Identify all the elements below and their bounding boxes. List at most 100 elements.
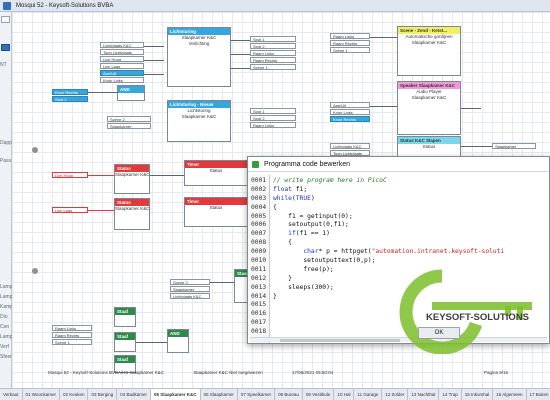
output-tag[interactable]: Raam Rechts — [250, 57, 296, 63]
tab-page[interactable]: 09 Vestibule — [303, 389, 335, 400]
tab-page[interactable]: 01 Woonkamer — [23, 389, 60, 400]
logic-block[interactable]: Scene - Zend - Ketst... Automatische gor… — [397, 26, 461, 76]
tab-page[interactable]: Verbaut — [0, 389, 23, 400]
output-tag[interactable]: Spot 2 — [250, 115, 296, 121]
code-line[interactable]: if(f1 == 1) — [273, 230, 547, 239]
code-line[interactable]: { — [273, 204, 547, 213]
page-tabs: Verbaut 01 Woonkamer 02 Keuken 03 Berging 04… — [0, 388, 550, 400]
input-tag[interactable]: Lichtplaats K&C — [170, 293, 210, 299]
logic-block[interactable]: Speaker Slaapkamer K&C Audio Player Slaa… — [397, 81, 461, 135]
output-tag[interactable]: Spot 2 — [250, 43, 296, 49]
input-tag[interactable]: Raam Links — [330, 33, 370, 39]
window-title: Mosqui 52 - Keysoft-Solutions BVBA — [16, 3, 114, 9]
input-tag[interactable]: Knop Rechts — [52, 89, 88, 95]
side-label: Lamp — [0, 294, 13, 300]
tab-page[interactable]: 06 Slaapkamer — [201, 389, 238, 400]
tab-page[interactable]: 11 Garage — [354, 389, 383, 400]
logic-block[interactable]: Timer Status — [184, 160, 248, 186]
window-titlebar: Mosqui 52 - Keysoft-Solutions BVBA — [0, 0, 550, 12]
input-tag[interactable]: Slaapkamer — [170, 286, 210, 292]
tab-page[interactable]: 15 Inkomhal — [462, 389, 494, 400]
code-line[interactable]: f1 = getinput(0); — [273, 213, 547, 222]
tab-page[interactable]: 16 Algemeen — [493, 389, 527, 400]
block-subtitle: Slaapkamer K&C — [115, 206, 149, 211]
wire — [136, 342, 167, 343]
tab-page[interactable]: 14 Trap — [439, 389, 462, 400]
input-tag[interactable]: Knop Rechts — [330, 116, 370, 122]
block-subtitle: Slaapkamer K&C — [411, 95, 447, 100]
input-tag[interactable]: Spot 1 — [52, 96, 88, 102]
side-label: Verf — [0, 344, 9, 350]
collapse-icon[interactable] — [32, 147, 38, 153]
scrollbar-thumb[interactable] — [280, 339, 400, 342]
input-tag[interactable]: Knop Links — [100, 77, 144, 83]
input-tag[interactable]: Lich Hoog — [52, 172, 88, 178]
logic-block[interactable]: Status Slaapkamer K&C — [114, 164, 150, 194]
wire — [461, 108, 481, 109]
tab-page[interactable]: 17 Buiten — [527, 389, 550, 400]
input-tag[interactable]: Aan/Uit — [100, 70, 144, 76]
tab-page[interactable]: 02 Keuken — [60, 389, 89, 400]
tab-page[interactable]: 07 Speelkamer — [238, 389, 276, 400]
input-tag[interactable]: Lichtplaats K&C — [100, 42, 144, 48]
tab-page[interactable]: 08 Bureau — [275, 389, 303, 400]
wire — [88, 210, 114, 211]
code-line[interactable]: // write program here in PicoC — [273, 177, 547, 186]
output-tag[interactable]: Scene 1 — [250, 64, 296, 70]
input-tag[interactable]: Scene 1 — [52, 339, 92, 345]
input-tag[interactable]: Lich Hoog — [100, 56, 144, 62]
input-tag[interactable]: Slaapkamer — [107, 123, 151, 129]
input-tag[interactable]: Scene 1 — [330, 47, 370, 53]
output-tag[interactable]: Spot 1 — [250, 36, 296, 42]
collapse-icon[interactable] — [32, 268, 38, 274]
panel-pin-icon[interactable] — [1, 16, 10, 23]
wire — [370, 106, 397, 107]
logic-block[interactable]: Lichtsturing Slaapkamer K&C Verlichting — [167, 27, 231, 87]
block-title: Staaf — [115, 333, 135, 340]
logic-block[interactable]: Timer Status — [184, 197, 248, 227]
tab-page[interactable]: 12 Zolder — [382, 389, 409, 400]
logic-block[interactable]: AND — [167, 329, 189, 353]
logic-block[interactable]: AND — [117, 85, 145, 101]
tab-page[interactable]: 04 Badkamer — [117, 389, 152, 400]
input-tag[interactable]: Raam Links — [52, 325, 92, 331]
input-tag[interactable]: Lich Laag — [52, 207, 88, 213]
wire — [370, 37, 397, 38]
wire — [231, 54, 250, 55]
tab-page[interactable]: 13 Nachthal — [408, 389, 440, 400]
code-line[interactable]: setoutput(0,f1); — [273, 221, 547, 230]
code-line[interactable]: while(TRUE) — [273, 195, 547, 204]
tab-page-active[interactable]: 05 Slaapkamer K&C — [151, 389, 201, 400]
tab-page[interactable]: 03 Berging — [88, 389, 118, 400]
code-line[interactable]: { — [273, 239, 547, 248]
input-tag[interactable]: Lich Laag — [100, 63, 144, 69]
logic-block[interactable]: Staaf — [114, 332, 136, 352]
input-tag[interactable]: Raam Rechts — [52, 332, 92, 338]
code-line[interactable]: float f1; — [273, 186, 547, 195]
block-title: Timer — [185, 161, 247, 168]
panel-active-icon[interactable] — [1, 44, 10, 51]
output-tag[interactable]: Raam Links — [250, 122, 296, 128]
input-tag[interactable]: Aan/Uit — [330, 102, 370, 108]
block-title: Staaf — [115, 356, 135, 363]
logic-block[interactable]: Status Slaapkamer K&C — [114, 198, 150, 230]
output-tag[interactable]: Spot 1 — [250, 108, 296, 114]
logic-block[interactable]: Staaf — [114, 307, 136, 327]
output-tag[interactable]: Slaapkamer — [492, 143, 536, 149]
logic-block[interactable]: Status K&C Slapen Status — [397, 136, 461, 158]
input-tag[interactable]: Raam Rechts — [330, 40, 370, 46]
input-tag[interactable]: Toon Lichtplaats — [100, 49, 144, 55]
app-icon — [3, 2, 11, 10]
input-tag[interactable]: Scene 2 — [170, 279, 210, 285]
tab-page[interactable]: 10 Hal — [334, 389, 355, 400]
input-tag[interactable]: Scene 2 — [107, 116, 151, 122]
code-line[interactable]: char* p = httpget("automation.intranet.k… — [273, 248, 547, 257]
output-tag[interactable]: Raam Links — [250, 50, 296, 56]
line-number: 0007 — [251, 230, 267, 238]
ok-button[interactable]: OK — [418, 327, 460, 339]
keysoft-logo: KEYSOFT-SOLUTIONS — [392, 262, 550, 355]
input-tag[interactable]: Lichtplaats K&C — [330, 143, 370, 149]
status-bar: Mosqui 52 - Keysoft-Solutions BVBA/KS Sl… — [12, 368, 550, 378]
logic-block[interactable]: Lichtsturing - Nieuw Lichtsturing Slaapk… — [167, 100, 231, 142]
input-tag[interactable]: Knop Links — [330, 109, 370, 115]
